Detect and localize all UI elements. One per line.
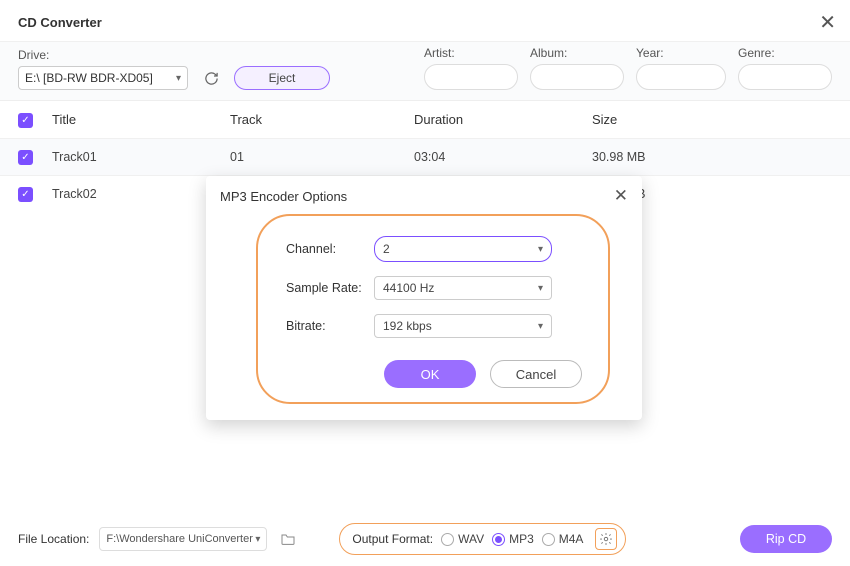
output-format-group: Output Format: WAV MP3 M4A (339, 523, 626, 555)
file-location-label: File Location: (18, 532, 89, 546)
cancel-button[interactable]: Cancel (490, 360, 582, 388)
cell-size: 30.98 MB (592, 150, 832, 164)
file-location-select[interactable]: F:\Wondershare UniConverter ▾ (99, 527, 267, 551)
channel-label: Channel: (286, 242, 374, 256)
file-location-value: F:\Wondershare UniConverter (106, 533, 253, 545)
chevron-down-icon: ▾ (538, 283, 543, 294)
chevron-down-icon: ▾ (538, 321, 543, 332)
chevron-down-icon: ▾ (538, 244, 543, 255)
row-checkbox[interactable]: ✓ (18, 150, 33, 165)
cell-duration: 03:04 (414, 150, 592, 164)
format-m4a-radio[interactable]: M4A (542, 532, 584, 546)
radio-icon (492, 533, 505, 546)
genre-label: Genre: (738, 46, 832, 60)
format-m4a-label: M4A (559, 532, 584, 546)
bitrate-select[interactable]: 192 kbps ▾ (374, 314, 552, 338)
folder-icon[interactable] (277, 529, 299, 549)
cell-title: Track02 (52, 187, 230, 201)
genre-input[interactable] (738, 64, 832, 90)
drive-label: Drive: (18, 48, 188, 62)
format-mp3-label: MP3 (509, 532, 534, 546)
col-size: Size (592, 112, 832, 127)
year-input[interactable] (636, 64, 726, 90)
sample-rate-select[interactable]: 44100 Hz ▾ (374, 276, 552, 300)
rip-cd-button[interactable]: Rip CD (740, 525, 832, 553)
refresh-icon[interactable] (200, 67, 222, 89)
cell-track: 01 (230, 150, 414, 164)
eject-button[interactable]: Eject (234, 66, 330, 90)
encoder-options-dialog: MP3 Encoder Options ✕ Channel: 2 ▾ Sampl… (206, 176, 642, 420)
bitrate-value: 192 kbps (383, 319, 432, 333)
row-checkbox[interactable]: ✓ (18, 187, 33, 202)
year-label: Year: (636, 46, 726, 60)
cell-title: Track01 (52, 150, 230, 164)
select-all-checkbox[interactable]: ✓ (18, 113, 33, 128)
drive-select[interactable]: E:\ [BD-RW BDR-XD05] ▾ (18, 66, 188, 90)
bottom-bar: File Location: F:\Wondershare UniConvert… (0, 512, 850, 566)
artist-input[interactable] (424, 64, 518, 90)
radio-icon (441, 533, 454, 546)
dialog-title: MP3 Encoder Options (220, 189, 347, 204)
chevron-down-icon: ▾ (255, 534, 260, 545)
channel-select[interactable]: 2 ▾ (374, 236, 552, 262)
settings-icon[interactable] (595, 528, 617, 550)
window-title: CD Converter (18, 15, 102, 30)
format-wav-label: WAV (458, 532, 484, 546)
table-header: ✓ Title Track Duration Size (0, 101, 850, 138)
sample-rate-label: Sample Rate: (286, 281, 374, 295)
ok-button[interactable]: OK (384, 360, 476, 388)
album-label: Album: (530, 46, 624, 60)
output-format-label: Output Format: (352, 532, 433, 546)
radio-icon (542, 533, 555, 546)
close-icon[interactable]: ✕ (819, 10, 836, 35)
drive-value: E:\ [BD-RW BDR-XD05] (25, 71, 153, 85)
col-duration: Duration (414, 112, 592, 127)
chevron-down-icon: ▾ (176, 73, 181, 84)
format-mp3-radio[interactable]: MP3 (492, 532, 534, 546)
channel-value: 2 (383, 242, 390, 256)
sample-rate-value: 44100 Hz (383, 281, 434, 295)
filters-bar: Drive: E:\ [BD-RW BDR-XD05] ▾ Eject Arti… (0, 42, 850, 101)
album-input[interactable] (530, 64, 624, 90)
window-header: CD Converter ✕ (0, 0, 850, 42)
artist-label: Artist: (424, 46, 518, 60)
dialog-close-icon[interactable]: ✕ (614, 186, 628, 206)
table-row[interactable]: ✓ Track01 01 03:04 30.98 MB (0, 138, 850, 175)
bitrate-label: Bitrate: (286, 319, 374, 333)
format-wav-radio[interactable]: WAV (441, 532, 484, 546)
col-title: Title (52, 112, 230, 127)
col-track: Track (230, 112, 414, 127)
